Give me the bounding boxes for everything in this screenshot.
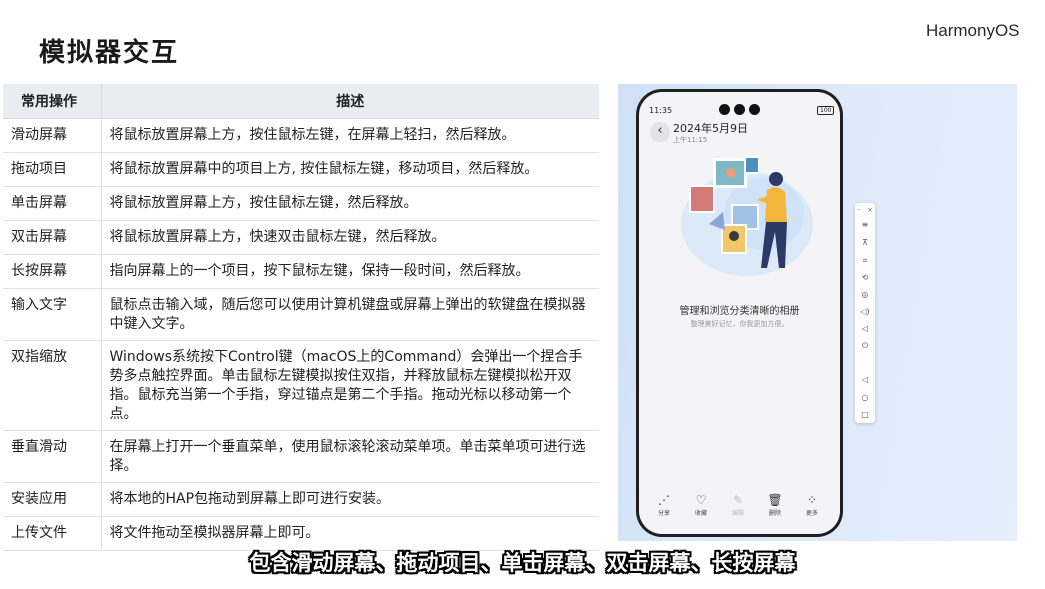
power-icon[interactable]: ⏻ bbox=[855, 341, 875, 351]
emulator-toolbar: - × ≡ ⊼ ⌗ ⟲ ◎ ◁) ◁ ⏻ ◁ ○ □ bbox=[855, 203, 875, 423]
header-operation: 常用操作 bbox=[3, 84, 102, 119]
heart-icon: ♡ bbox=[695, 493, 707, 507]
header-description: 描述 bbox=[101, 84, 599, 119]
more-icon: ⁘ bbox=[806, 493, 818, 507]
camera-icon bbox=[734, 104, 745, 115]
operation-cell: 拖动项目 bbox=[3, 152, 102, 187]
table-row: 单击屏幕 将鼠标放置屏幕上方，按住鼠标左键，然后释放。 bbox=[3, 186, 599, 221]
close-icon[interactable]: × bbox=[867, 206, 873, 214]
operation-cell: 长按屏幕 bbox=[3, 254, 102, 289]
table-row: 双指缩放 Windows系统按下Control键（macOS上的Command）… bbox=[3, 340, 599, 431]
edit-icon: ✎ bbox=[732, 493, 744, 507]
description-cell: Windows系统按下Control键（macOS上的Command）会弹出一个… bbox=[101, 340, 599, 431]
operation-cell: 双指缩放 bbox=[3, 340, 102, 431]
table-row: 拖动项目 将鼠标放置屏幕中的项目上方, 按住鼠标左键，移动项目，然后释放。 bbox=[3, 152, 599, 187]
delete-label: 删除 bbox=[768, 510, 781, 517]
nav-back-icon[interactable]: ◁ bbox=[855, 375, 875, 385]
empty-album-illustration bbox=[681, 156, 813, 276]
slide-title: 模拟器交互 bbox=[39, 38, 180, 68]
description-cell: 将鼠标放置屏幕上方，按住鼠标左键，然后释放。 bbox=[101, 186, 599, 221]
table-row: 垂直滑动 在屏幕上打开一个垂直菜单，使用鼠标滚轮滚动菜单项。单击菜单项可进行选择… bbox=[3, 430, 599, 483]
description-cell: 将鼠标放置屏幕上方，按住鼠标左键，在屏幕上轻扫，然后释放。 bbox=[101, 118, 599, 153]
menu-icon[interactable]: ≡ bbox=[855, 220, 875, 230]
crop-icon[interactable]: ⌗ bbox=[855, 256, 875, 266]
operation-cell: 垂直滑动 bbox=[3, 430, 102, 483]
edit-label: 编辑 bbox=[731, 510, 744, 517]
table-row: 长按屏幕 指向屏幕上的一个项目，按下鼠标左键，保持一段时间，然后释放。 bbox=[3, 254, 599, 289]
table-row: 双击屏幕 将鼠标放置屏幕上方，快速双击鼠标左键，然后释放。 bbox=[3, 220, 599, 255]
harmonyos-logo: HarmonyOS bbox=[926, 21, 1020, 40]
edit-button[interactable]: ✎ 编辑 bbox=[723, 492, 753, 517]
phone-screen[interactable]: 11:35 100 ‹ 2024年5月9日 上午11:15 管理和浏览分类清晰的… bbox=[639, 92, 840, 534]
operation-cell: 输入文字 bbox=[3, 288, 102, 341]
more-button[interactable]: ⁘ 更多 bbox=[797, 492, 827, 517]
share-label: 分享 bbox=[657, 510, 670, 517]
minimize-icon[interactable]: - bbox=[858, 206, 861, 214]
operations-table: 常用操作 描述 滑动屏幕 将鼠标放置屏幕上方，按住鼠标左键，在屏幕上轻扫，然后释… bbox=[3, 84, 599, 551]
description-cell: 鼠标点击输入域，随后您可以使用计算机键盘或屏幕上弹出的软键盘在模拟器中键入文字。 bbox=[101, 288, 599, 341]
battery-icon: 100 bbox=[817, 106, 835, 115]
description-cell: 指向屏幕上的一个项目，按下鼠标左键，保持一段时间，然后释放。 bbox=[101, 254, 599, 289]
description-cell: 将文件拖动至模拟器屏幕上即可。 bbox=[101, 516, 599, 551]
camera-icon bbox=[749, 104, 760, 115]
table-row: 上传文件 将文件拖动至模拟器屏幕上即可。 bbox=[3, 516, 599, 551]
share-button[interactable]: ⋰ 分享 bbox=[649, 492, 679, 517]
nav-home-icon[interactable]: ○ bbox=[855, 393, 875, 403]
trash-icon: 🗑 bbox=[767, 493, 783, 507]
nav-recent-icon[interactable]: □ bbox=[855, 410, 875, 420]
album-time: 上午11:15 bbox=[673, 136, 708, 144]
operation-cell: 滑动屏幕 bbox=[3, 118, 102, 153]
operation-cell: 安装应用 bbox=[3, 482, 102, 517]
volume-down-icon[interactable]: ◁ bbox=[855, 324, 875, 334]
description-cell: 将本地的HAP包拖动到屏幕上即可进行安装。 bbox=[101, 482, 599, 517]
pin-top-icon[interactable]: ⊼ bbox=[855, 238, 875, 248]
rotate-icon[interactable]: ⟲ bbox=[855, 273, 875, 283]
album-date: 2024年5月9日 bbox=[673, 122, 748, 135]
empty-state-subtitle: 整理美好记忆，你我更加方便。 bbox=[690, 320, 789, 328]
table-row: 输入文字 鼠标点击输入域，随后您可以使用计算机键盘或屏幕上弹出的软键盘在模拟器中… bbox=[3, 288, 599, 341]
location-icon[interactable]: ◎ bbox=[855, 290, 875, 300]
favorite-label: 收藏 bbox=[694, 510, 707, 517]
table-row: 滑动屏幕 将鼠标放置屏幕上方，按住鼠标左键，在屏幕上轻扫，然后释放。 bbox=[3, 118, 599, 153]
status-time: 11:35 bbox=[649, 106, 673, 115]
description-cell: 将鼠标放置屏幕中的项目上方, 按住鼠标左键，移动项目，然后释放。 bbox=[101, 152, 599, 187]
video-caption: 包含滑动屏幕、拖动项目、单击屏幕、双击屏幕、长按屏幕 bbox=[249, 551, 796, 575]
empty-state-title: 管理和浏览分类清晰的相册 bbox=[679, 306, 800, 317]
phone-emulator[interactable]: 11:35 100 ‹ 2024年5月9日 上午11:15 管理和浏览分类清晰的… bbox=[636, 89, 843, 537]
operation-cell: 上传文件 bbox=[3, 516, 102, 551]
operation-cell: 单击屏幕 bbox=[3, 186, 102, 221]
album-action-bar: ⋰ 分享 ♡ 收藏 ✎ 编辑 🗑 删除 ⁘ 更多 bbox=[639, 492, 840, 522]
table-row: 安装应用 将本地的HAP包拖动到屏幕上即可进行安装。 bbox=[3, 482, 599, 517]
description-cell: 将鼠标放置屏幕上方，快速双击鼠标左键，然后释放。 bbox=[101, 220, 599, 255]
share-icon: ⋰ bbox=[658, 493, 670, 507]
delete-button[interactable]: 🗑 删除 bbox=[760, 492, 790, 517]
description-cell: 在屏幕上打开一个垂直菜单，使用鼠标滚轮滚动菜单项。单击菜单项可进行选择。 bbox=[101, 430, 599, 483]
operation-cell: 双击屏幕 bbox=[3, 220, 102, 255]
camera-icon bbox=[719, 104, 730, 115]
favorite-button[interactable]: ♡ 收藏 bbox=[686, 492, 716, 517]
volume-up-icon[interactable]: ◁) bbox=[855, 307, 875, 317]
back-button[interactable]: ‹ bbox=[650, 122, 670, 142]
more-label: 更多 bbox=[805, 510, 818, 517]
